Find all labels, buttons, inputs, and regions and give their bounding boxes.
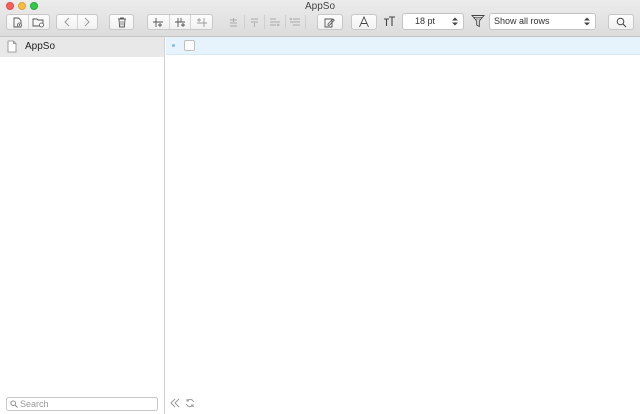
- collapse-all-icon[interactable]: [170, 398, 180, 408]
- sidebar-search-field[interactable]: Search: [6, 397, 158, 411]
- indent-icon: [269, 18, 280, 26]
- move-down-icon: [250, 18, 258, 27]
- indent-button[interactable]: [265, 15, 286, 29]
- move-up-button[interactable]: [224, 15, 245, 29]
- trash-icon: [117, 17, 126, 27]
- font-size-stepper[interactable]: 18 pt: [402, 13, 464, 30]
- window-title: AppSo: [304, 1, 336, 12]
- sidebar-item-appso[interactable]: AppSo: [0, 37, 164, 57]
- document-icon: [7, 40, 17, 53]
- new-document-icon: [13, 17, 22, 27]
- row-handle[interactable]: [172, 44, 175, 47]
- open-folder-button[interactable]: [29, 15, 50, 29]
- outdent-icon: [289, 17, 301, 25]
- search-icon: [616, 17, 626, 27]
- row-filter-value: Show all rows: [494, 16, 550, 26]
- note-edit-icon: [324, 17, 335, 27]
- outline-row[interactable]: [166, 37, 640, 55]
- add-row-icon: [153, 17, 164, 27]
- stepper-arrows-icon[interactable]: [450, 16, 460, 27]
- search-placeholder: Search: [20, 399, 49, 409]
- font-style-button[interactable]: [351, 14, 377, 30]
- edit-note-button[interactable]: [317, 14, 343, 30]
- move-row-group: [223, 14, 307, 30]
- new-document-button[interactable]: [7, 15, 29, 29]
- row-filter-select[interactable]: Show all rows: [489, 13, 596, 30]
- font-letter-icon: [359, 16, 369, 28]
- move-down-button[interactable]: [245, 15, 265, 29]
- add-parent-icon: [196, 17, 207, 27]
- add-child-icon: [175, 17, 185, 27]
- delete-button[interactable]: [109, 14, 134, 30]
- refresh-icon[interactable]: [185, 398, 195, 408]
- add-child-button[interactable]: [170, 15, 192, 29]
- file-actions-group: [6, 14, 50, 30]
- forward-button[interactable]: [78, 15, 98, 29]
- text-size-icon: [383, 15, 396, 27]
- sidebar: AppSo Search: [0, 37, 165, 414]
- editor-footer: [170, 398, 195, 408]
- outline-editor[interactable]: [166, 37, 640, 414]
- row-checkbox[interactable]: [184, 40, 195, 51]
- font-size-value: 18 pt: [414, 16, 436, 26]
- add-parent-button[interactable]: [191, 15, 212, 29]
- sidebar-item-label: AppSo: [25, 41, 56, 52]
- navigation-group: [56, 14, 98, 30]
- add-sibling-button[interactable]: [148, 15, 170, 29]
- outdent-button[interactable]: [286, 15, 306, 29]
- chevron-left-icon: [64, 17, 70, 27]
- move-up-icon: [230, 17, 238, 26]
- filter-icon[interactable]: [471, 14, 485, 28]
- row-insert-group: [147, 14, 213, 30]
- chevron-right-icon: [84, 17, 90, 27]
- search-button[interactable]: [608, 14, 634, 30]
- open-folder-icon: [32, 18, 45, 27]
- search-icon: [10, 400, 18, 408]
- app-window: AppSo 18 pt Show all rows AppSo Search: [0, 0, 640, 414]
- title-bar: AppSo 18 pt Show all rows: [0, 0, 640, 37]
- select-arrows-icon: [584, 17, 590, 26]
- back-button[interactable]: [57, 15, 78, 29]
